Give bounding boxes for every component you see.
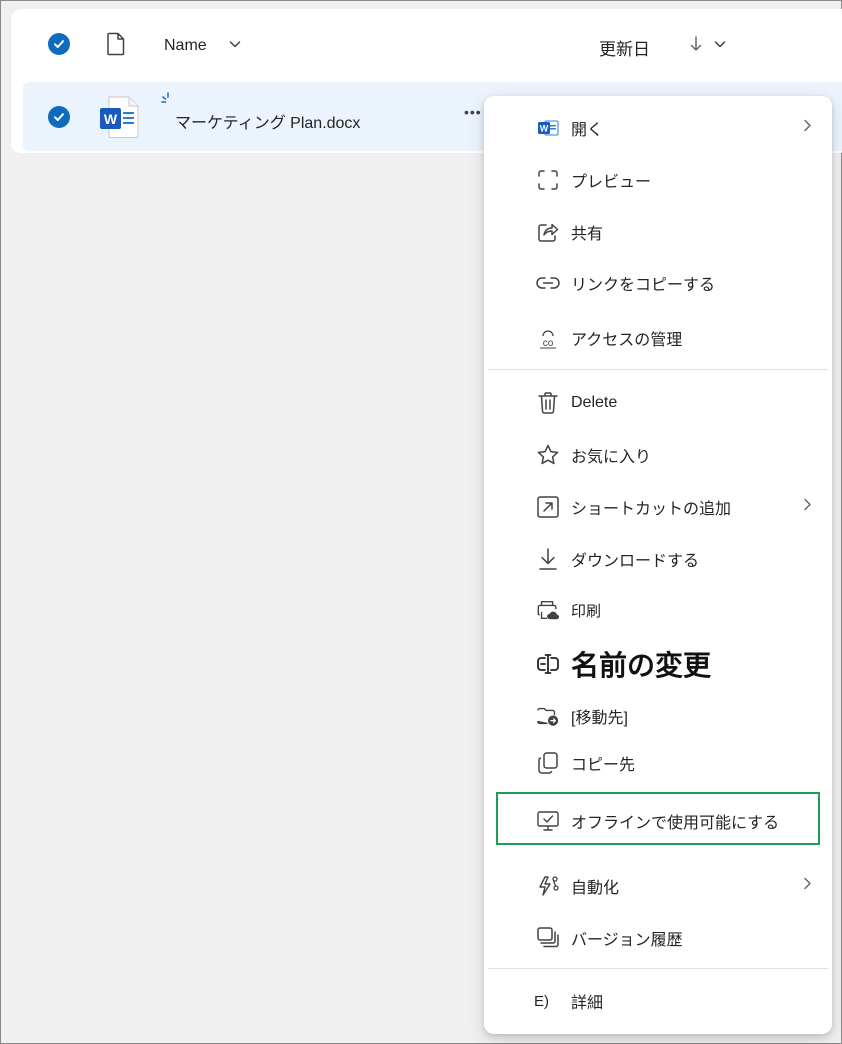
menu-item-version-history[interactable]: バージョン履歴 bbox=[484, 916, 832, 960]
menu-item-label: リンクをコピーする bbox=[571, 277, 716, 294]
highlight-annotation bbox=[496, 792, 820, 845]
menu-divider bbox=[488, 369, 828, 370]
chevron-right-icon bbox=[802, 877, 812, 896]
file-name[interactable]: マーケティング Plan.docx bbox=[175, 109, 360, 133]
copy-icon bbox=[536, 751, 560, 775]
menu-item-label: Delete bbox=[571, 394, 618, 411]
select-all-checkbox[interactable] bbox=[48, 33, 70, 55]
menu-item-rename[interactable]: 名前の変更 bbox=[484, 640, 832, 688]
manage-access-icon: co bbox=[536, 326, 560, 350]
modified-column-header[interactable]: 更新日 bbox=[599, 35, 650, 60]
menu-item-label: アクセスの管理 bbox=[571, 332, 683, 349]
check-icon bbox=[54, 40, 64, 48]
svg-text:co: co bbox=[543, 338, 554, 349]
menu-item-label: 詳細 bbox=[571, 995, 604, 1012]
rename-icon bbox=[536, 652, 560, 676]
chevron-down-icon[interactable] bbox=[713, 37, 727, 56]
menu-item-label: ダウンロードする bbox=[571, 553, 700, 570]
file-type-header-icon[interactable] bbox=[106, 32, 126, 61]
download-icon bbox=[536, 547, 560, 571]
chevron-right-icon bbox=[802, 119, 812, 138]
menu-item-add-shortcut[interactable]: ショートカットの追加 bbox=[484, 485, 832, 529]
automate-flow-icon bbox=[536, 874, 560, 898]
sort-arrow-down-icon[interactable] bbox=[689, 35, 703, 58]
star-icon bbox=[536, 443, 560, 467]
menu-item-label: プレビュー bbox=[571, 174, 652, 191]
context-menu: W 開く プレビュー 共有 リンクをコピーする co アクセスの管理 Delet… bbox=[484, 96, 832, 1034]
menu-item-preview[interactable]: プレビュー bbox=[484, 158, 832, 202]
menu-item-label: 開く bbox=[571, 122, 604, 139]
share-icon bbox=[536, 220, 560, 244]
menu-item-delete[interactable]: Delete bbox=[484, 381, 832, 425]
preview-icon bbox=[536, 168, 560, 192]
menu-item-label: 共有 bbox=[571, 226, 604, 243]
check-icon bbox=[54, 113, 64, 121]
menu-item-share[interactable]: 共有 bbox=[484, 210, 832, 254]
menu-item-copy-link[interactable]: リンクをコピーする bbox=[484, 261, 832, 305]
menu-item-manage-access[interactable]: co アクセスの管理 bbox=[484, 316, 832, 360]
menu-item-automate[interactable]: 自動化 bbox=[484, 864, 832, 908]
svg-text:W: W bbox=[104, 111, 118, 127]
menu-item-details[interactable]: E) 詳細 bbox=[484, 979, 832, 1023]
chevron-right-icon bbox=[802, 498, 812, 517]
menu-item-print[interactable]: 印刷 bbox=[484, 588, 832, 632]
menu-item-label: ショートカットの追加 bbox=[571, 501, 732, 518]
menu-item-label: コピー先 bbox=[571, 757, 636, 774]
name-column-header[interactable]: Name bbox=[164, 37, 207, 55]
menu-item-label: お気に入り bbox=[571, 449, 652, 466]
version-history-icon bbox=[536, 926, 560, 950]
chevron-down-icon[interactable] bbox=[228, 37, 242, 56]
more-options-button[interactable]: ••• bbox=[464, 104, 482, 120]
menu-item-copy-to[interactable]: コピー先 bbox=[484, 741, 832, 785]
folder-move-icon bbox=[536, 704, 560, 728]
menu-item-label: 名前の変更 bbox=[571, 650, 712, 681]
menu-item-label: 印刷 bbox=[571, 602, 602, 620]
trash-icon bbox=[536, 391, 560, 415]
menu-item-label: バージョン履歴 bbox=[571, 932, 683, 949]
print-cloud-icon bbox=[536, 598, 560, 622]
row-checkbox[interactable] bbox=[48, 106, 70, 128]
list-header: Name 更新日 bbox=[11, 9, 842, 81]
menu-item-label: [移動先] bbox=[571, 710, 628, 727]
menu-item-download[interactable]: ダウンロードする bbox=[484, 537, 832, 581]
menu-item-move-to[interactable]: [移動先] bbox=[484, 694, 832, 738]
word-icon: W bbox=[536, 116, 560, 140]
details-icon-glyph: E) bbox=[534, 992, 549, 1010]
menu-item-open[interactable]: W 開く bbox=[484, 106, 832, 150]
link-icon bbox=[536, 271, 560, 295]
sync-spark-icon bbox=[161, 92, 175, 111]
menu-item-favorite[interactable]: お気に入り bbox=[484, 433, 832, 477]
menu-divider bbox=[488, 968, 828, 969]
menu-item-label: 自動化 bbox=[571, 880, 620, 897]
shortcut-icon bbox=[536, 495, 560, 519]
svg-text:W: W bbox=[540, 124, 549, 134]
word-file-icon: W bbox=[98, 95, 140, 144]
